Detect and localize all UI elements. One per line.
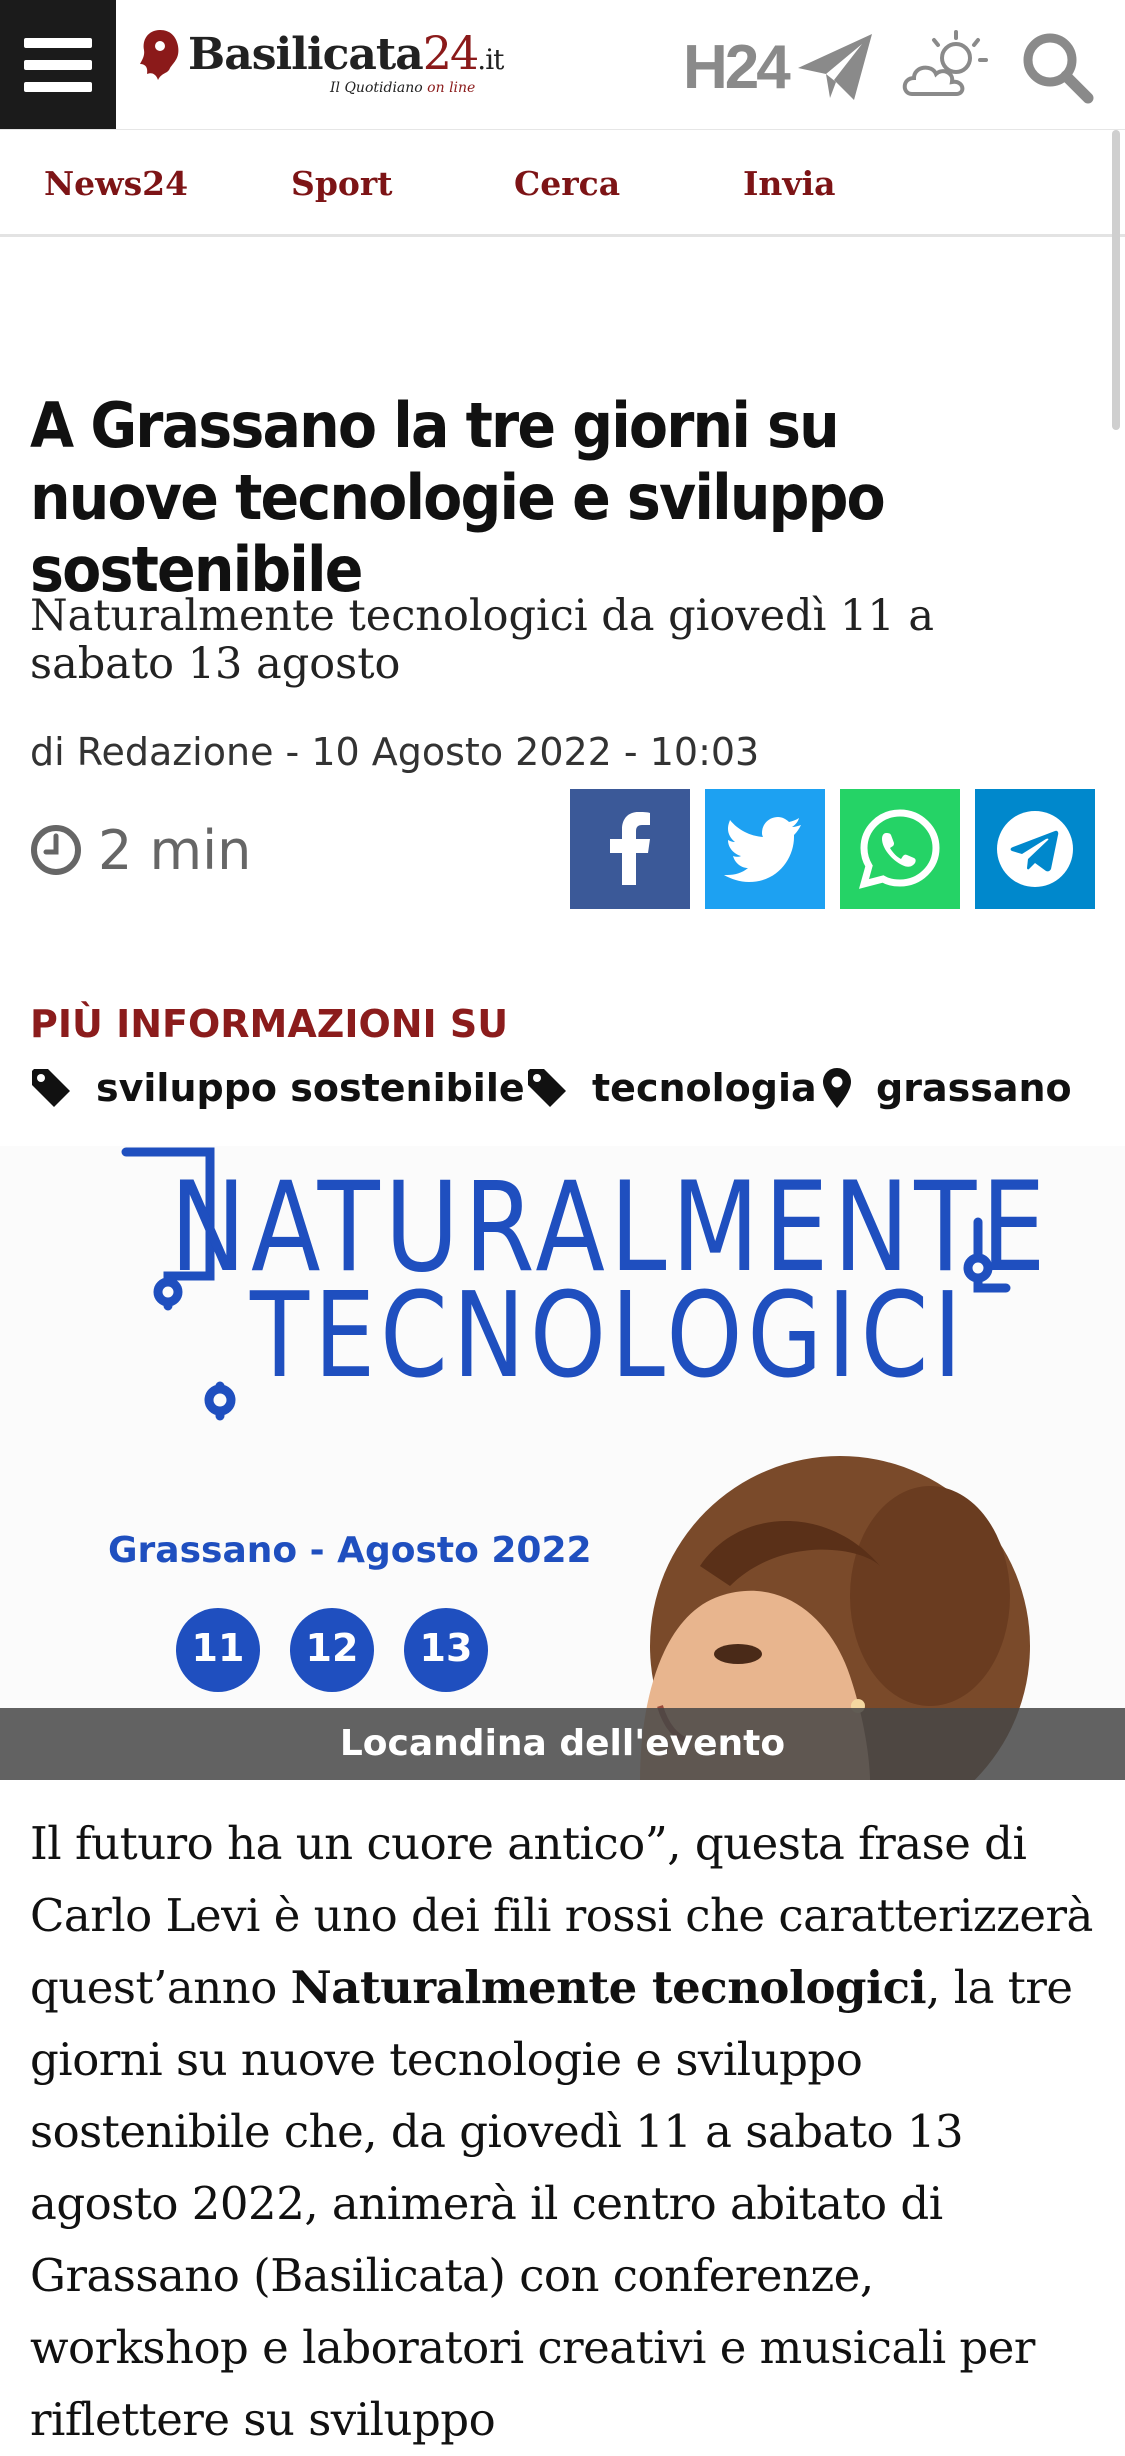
location-pin-icon [823,1068,851,1108]
search-icon[interactable] [1018,28,1096,104]
tag-label: sviluppo sostenibile [96,1066,525,1110]
telegram-icon [997,811,1073,887]
poster-place-date: Grassano - Agosto 2022 [108,1530,592,1571]
read-time-label: 2 min [98,818,252,882]
tag-label: tecnologia [592,1066,817,1110]
more-info-heading: PIÙ INFORMAZIONI SU [30,1002,509,1046]
poster-day-12: 12 [305,1626,359,1670]
tag-icon [32,1069,70,1107]
share-twitter-button[interactable] [705,789,825,909]
article-byline: di Redazione - 10 Agosto 2022 - 10:03 [30,730,760,774]
tag-sviluppo-sostenibile[interactable]: sviluppo sostenibile [30,1066,525,1110]
poster-day-11: 11 [191,1626,245,1670]
clock-icon [31,825,81,875]
body-text-bold: Naturalmente tecnologici [290,1961,927,2014]
tag-icon [528,1069,566,1107]
article-image[interactable]: NATURALMENTE TECNOLOGICI Grassano - Agos… [0,1146,1125,1780]
logo-mark-icon [140,30,179,80]
poster-title-line2: TECNOLOGICI [250,1266,967,1404]
paper-plane-icon[interactable] [792,28,876,104]
site-logo[interactable]: Basilicata24.it Il Quotidiano on line [138,22,518,102]
poster-day-13: 13 [419,1626,473,1670]
h24-button[interactable]: H24 [683,32,791,103]
nav-item-news24[interactable]: News24 [44,164,188,203]
facebook-icon [610,812,650,885]
menu-button[interactable] [0,0,116,129]
nav-item-invia[interactable]: Invia [743,164,836,203]
share-facebook-button[interactable] [570,789,690,909]
twitter-icon [724,817,801,882]
section-nav: News24 Sport Cerca Invia [0,130,1125,237]
menu-icon-bar [24,82,92,92]
page-scrollbar[interactable] [1112,130,1120,430]
tag-grassano[interactable]: grassano [822,1066,1072,1110]
article-subtitle: Naturalmente tecnologici da giovedì 11 a… [30,591,935,689]
nav-item-sport[interactable]: Sport [291,164,393,203]
top-header: Basilicata24.it Il Quotidiano on line H2… [0,0,1125,130]
logo-wordmark: Basilicata24.it [188,26,504,80]
tag-label: grassano [876,1066,1072,1110]
share-whatsapp-button[interactable] [840,789,960,909]
tag-tecnologia[interactable]: tecnologia [526,1066,817,1110]
share-telegram-button[interactable] [975,789,1095,909]
nav-item-cerca[interactable]: Cerca [514,164,620,203]
image-caption: Locandina dell'evento [0,1708,1125,1780]
weather-sun-cloud-icon[interactable] [898,28,994,104]
body-text-end: , la tre giorni su nuove tecnologie e sv… [30,1961,1073,2446]
article-body: Il futuro ha un cuore antico”, questa fr… [30,1808,1105,2456]
read-time: 2 min [30,815,251,885]
logo-tagline: Il Quotidiano on line [330,80,476,96]
menu-icon-bar [24,60,92,70]
menu-icon [24,38,92,48]
article-headline: A Grassano la tre giorni su nuove tecnol… [30,389,886,606]
whatsapp-icon [858,809,940,889]
